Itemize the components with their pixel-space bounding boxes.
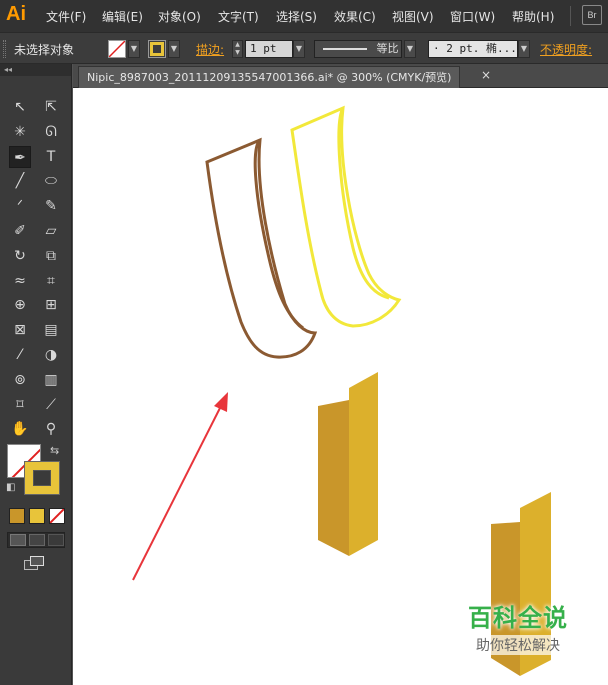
rotate-tool-icon[interactable]: ↻ <box>9 245 31 267</box>
panel-grip[interactable] <box>3 40 6 58</box>
brush-definition-field[interactable]: · 2 pt. 椭... <box>428 40 518 58</box>
symbol-sprayer-tool-icon[interactable]: ⊚ <box>9 369 31 391</box>
fill-swatch[interactable] <box>108 40 126 58</box>
tools-panel: ◂◂ ↖ ⇱ ✳ ᘏ ✒ T ╱ ⬭ ᐟ ✎ ✐ ▱ ↻ ⧉ ≈ ⌗ ⊕ ⊞ ⊠ ▤ ⁄ ◑ ⊚ ▥ ⌑ ⟋ ✋ ⚲ ⇆ ◧ <box>0 64 72 685</box>
profile-dropdown[interactable]: ▼ <box>404 40 416 58</box>
menu-view[interactable]: 视图(V) <box>392 8 434 25</box>
default-colors-icon[interactable]: ◧ <box>6 482 15 493</box>
slice-tool-icon[interactable]: ⟋ <box>40 394 62 416</box>
artwork <box>132 105 551 676</box>
none-icon <box>50 509 64 523</box>
screen-mode-icon[interactable] <box>24 556 46 572</box>
column-graph-tool-icon[interactable]: ▥ <box>40 369 62 391</box>
color-mode-button[interactable] <box>9 508 25 524</box>
red-arrow-head <box>214 392 228 412</box>
stroke-weight-dropdown[interactable]: ▼ <box>293 40 305 58</box>
draw-behind-icon[interactable] <box>29 534 45 546</box>
type-tool-icon[interactable]: T <box>40 146 62 168</box>
pen-tool-icon[interactable]: ✒ <box>9 145 31 168</box>
watermark: 百科全说 助你轻松解决 <box>453 598 583 655</box>
variable-width-profile[interactable]: 等比 <box>314 40 402 58</box>
menu-window[interactable]: 窗口(W) <box>450 8 495 25</box>
menu-select[interactable]: 选择(S) <box>276 8 317 25</box>
draw-inside-icon[interactable] <box>48 534 64 546</box>
stroke-dropdown[interactable]: ▼ <box>168 40 180 58</box>
selection-tool-icon[interactable]: ↖ <box>9 96 31 118</box>
menu-help[interactable]: 帮助(H) <box>512 8 554 25</box>
draw-mode-group <box>7 532 65 548</box>
menu-file[interactable]: 文件(F) <box>46 8 86 25</box>
none-mode-button[interactable] <box>49 508 65 524</box>
stroke-color-inner <box>33 470 51 486</box>
profile-label: 等比 <box>376 42 399 55</box>
lasso-tool-icon[interactable]: ᘏ <box>40 121 62 143</box>
document-tab-bar: Nipic_8987003_20111209135547001366.ai* @… <box>73 64 608 88</box>
menu-object[interactable]: 对象(O) <box>158 8 201 25</box>
document-tab[interactable]: Nipic_8987003_20111209135547001366.ai* @… <box>78 66 461 88</box>
free-transform-tool-icon[interactable]: ⌗ <box>40 270 62 292</box>
gold-block-side[interactable] <box>349 372 378 556</box>
menu-bar: Ai 文件(F) 编辑(E) 对象(O) 文字(T) 选择(S) 效果(C) 视… <box>0 0 608 32</box>
yellow-ribbon-fold <box>337 107 390 300</box>
profile-line-icon <box>323 48 367 50</box>
direct-selection-tool-icon[interactable]: ⇱ <box>40 96 62 118</box>
bridge-button[interactable]: Br <box>582 5 602 25</box>
tools-collapse[interactable]: ◂◂ <box>0 64 71 76</box>
watermark-title: 百科全说 <box>468 604 568 632</box>
selection-status: 未选择对象 <box>14 43 75 57</box>
brush-dropdown[interactable]: ▼ <box>518 40 530 58</box>
mesh-tool-icon[interactable]: ⊠ <box>9 319 31 341</box>
paintbrush-tool-icon[interactable]: ᐟ <box>9 195 31 217</box>
blob-brush-tool-icon[interactable]: ✐ <box>9 220 31 242</box>
gradient-mode-button[interactable] <box>29 508 45 524</box>
gold-block-front[interactable] <box>318 400 349 556</box>
screen-mode-front <box>30 556 44 566</box>
stroke-weight-stepper[interactable]: ▲ ▼ <box>232 40 243 58</box>
eyedropper-tool-icon[interactable]: ⁄ <box>9 344 31 366</box>
magic-wand-tool-icon[interactable]: ✳ <box>9 121 31 143</box>
swap-colors-icon[interactable]: ⇆ <box>50 444 59 457</box>
control-bar: 未选择对象 ▼ ▼ 描边: ▲ ▼ 1 pt ▼ 等比 ▼ · 2 pt. 椭..… <box>0 32 608 64</box>
fill-dropdown[interactable]: ▼ <box>128 40 140 58</box>
draw-normal-icon[interactable] <box>10 534 26 546</box>
red-arrow-line <box>132 405 222 581</box>
artboard-tool-icon[interactable]: ⌑ <box>9 394 31 416</box>
app-logo: Ai <box>6 3 26 25</box>
stroke-swatch-fill <box>150 42 164 56</box>
blend-tool-icon[interactable]: ◑ <box>40 344 62 366</box>
shape-builder-tool-icon[interactable]: ⊕ <box>9 294 31 316</box>
close-tab-icon[interactable]: × <box>481 68 491 82</box>
brown-ribbon-fold <box>253 138 304 330</box>
width-tool-icon[interactable]: ≈ <box>9 270 31 292</box>
ellipse-tool-icon[interactable]: ⬭ <box>40 170 62 192</box>
stroke-swatch[interactable] <box>148 40 166 58</box>
none-swatch-icon <box>108 40 126 58</box>
gradient-tool-icon[interactable]: ▤ <box>40 319 62 341</box>
hand-tool-icon[interactable]: ✋ <box>9 418 31 440</box>
line-tool-icon[interactable]: ╱ <box>9 170 31 192</box>
perspective-grid-tool-icon[interactable]: ⊞ <box>40 294 62 316</box>
eraser-tool-icon[interactable]: ▱ <box>40 220 62 242</box>
menu-type[interactable]: 文字(T) <box>218 8 259 25</box>
scale-tool-icon[interactable]: ⧉ <box>40 245 62 267</box>
watermark-subtitle: 助你轻松解决 <box>453 635 583 655</box>
menu-effect[interactable]: 效果(C) <box>334 8 376 25</box>
opacity-label[interactable]: 不透明度: <box>540 41 592 58</box>
menu-divider <box>570 6 571 26</box>
artboard-canvas[interactable]: 百科全说 助你轻松解决 <box>73 88 608 685</box>
stroke-label[interactable]: 描边: <box>196 41 224 58</box>
stroke-color-box[interactable] <box>24 461 60 495</box>
zoom-tool-icon[interactable]: ⚲ <box>40 418 62 440</box>
stroke-weight-field[interactable]: 1 pt <box>245 40 293 58</box>
menu-edit[interactable]: 编辑(E) <box>102 8 143 25</box>
pencil-tool-icon[interactable]: ✎ <box>40 195 62 217</box>
